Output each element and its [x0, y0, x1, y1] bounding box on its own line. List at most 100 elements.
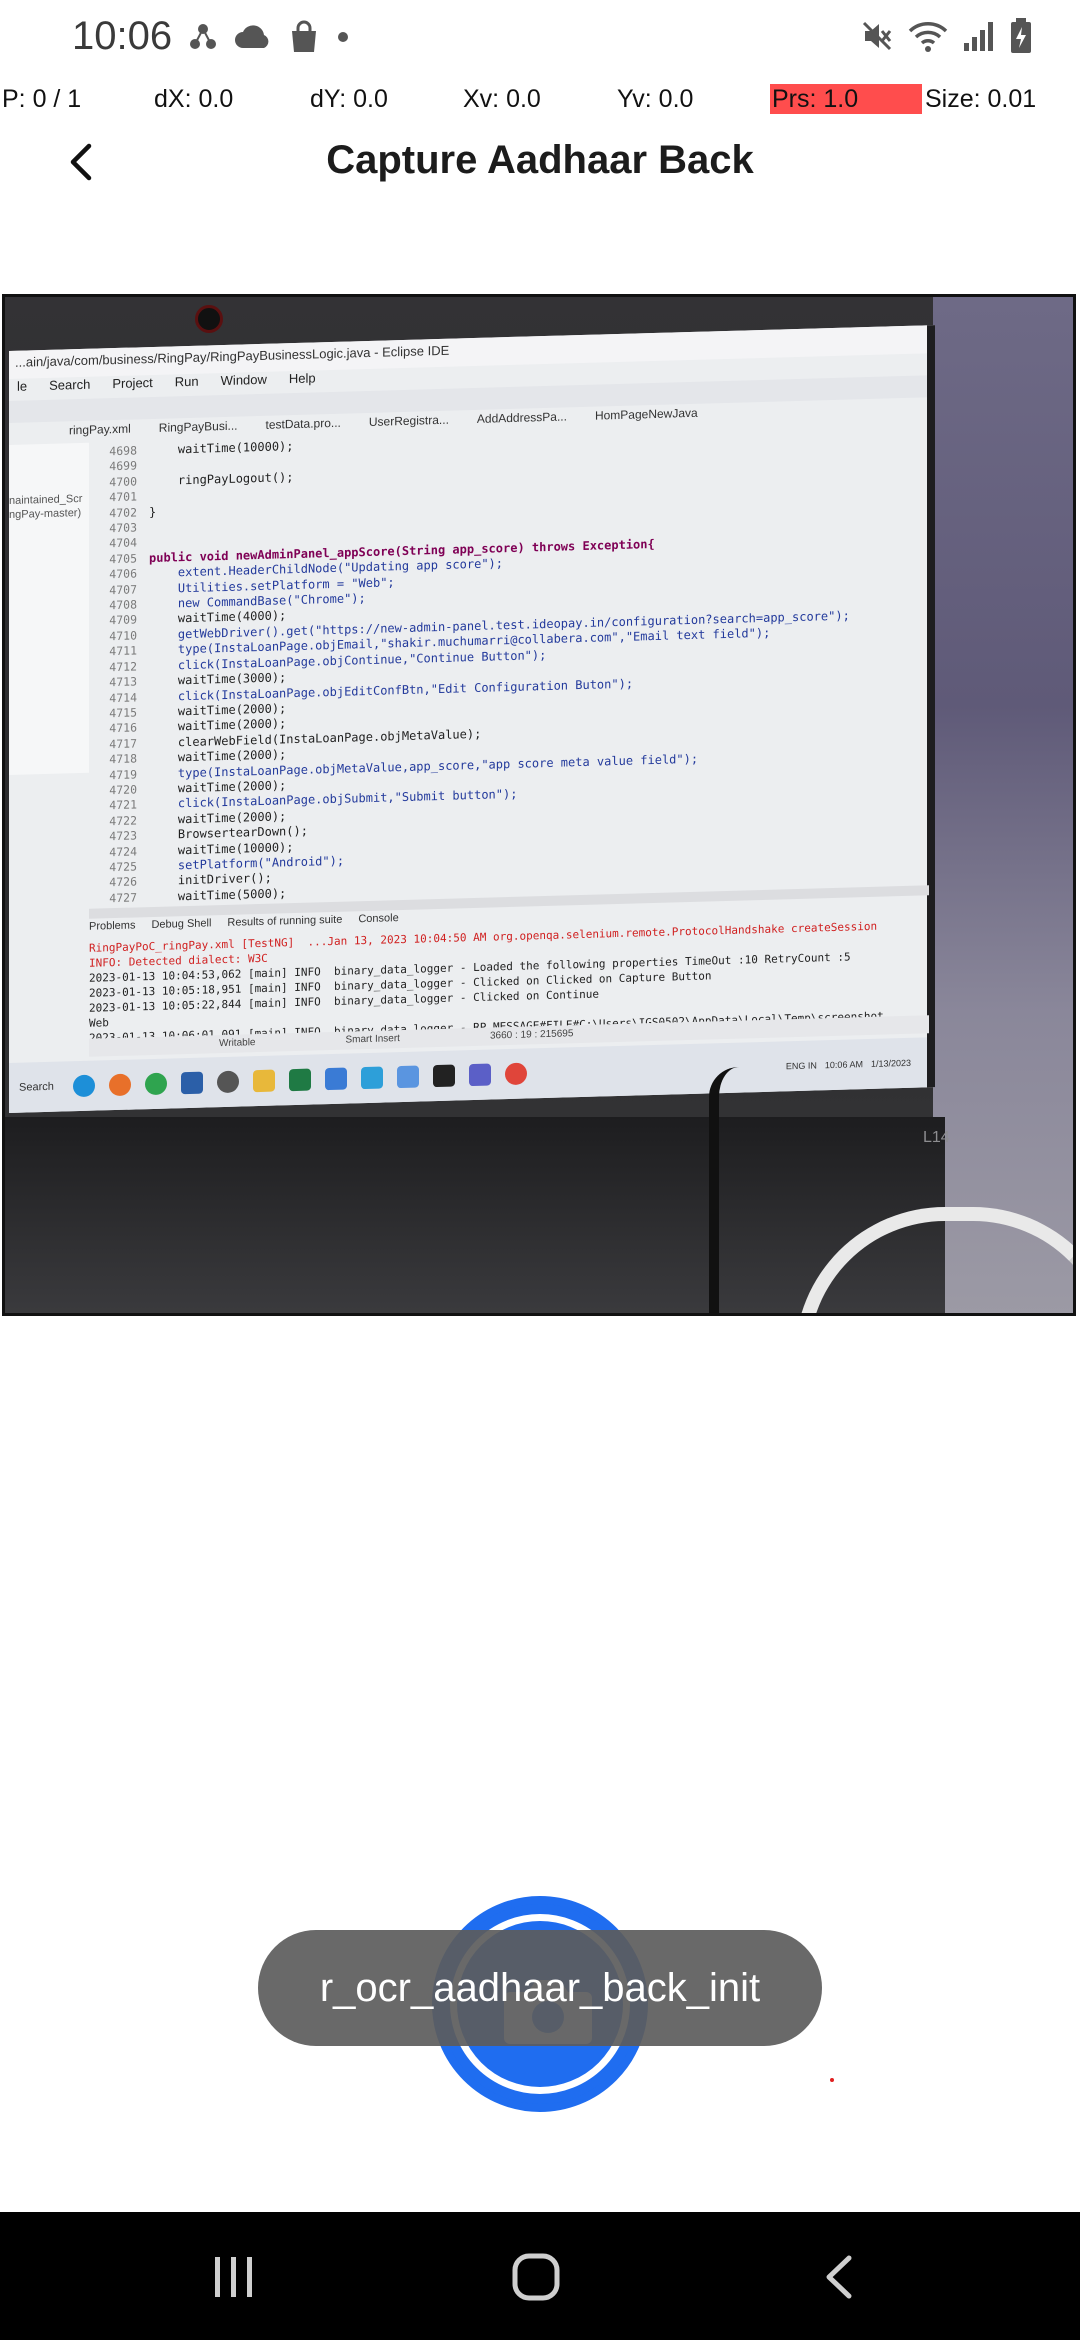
store-icon	[181, 1071, 203, 1095]
tray-item: 1/13/2023	[870, 1057, 911, 1069]
line-number: 4724	[109, 843, 137, 859]
line-number: 4700	[109, 474, 137, 490]
console-tab: Debug Shell	[151, 917, 212, 932]
cloud-icon	[234, 24, 272, 50]
tray-item: 10:06 AM	[824, 1059, 863, 1071]
package-explorer-item: naintained_Scr	[9, 492, 83, 507]
toast-message: r_ocr_aadhaar_back_init	[258, 1930, 822, 2046]
line-number: 4704	[109, 535, 137, 551]
app-icon	[217, 1070, 239, 1094]
line-number: 4715	[109, 705, 137, 721]
pointer-count: P: 0 / 1	[2, 85, 82, 113]
editor-tab: HomPageNewJava	[594, 405, 698, 423]
line-number: 4699	[109, 458, 137, 474]
line-number: 4726	[109, 874, 137, 890]
line-number: 4714	[109, 689, 137, 705]
eclipse-menu-item: Project	[112, 374, 153, 392]
pointer-yv: Yv: 0.0	[617, 85, 694, 113]
line-number: 4702	[109, 505, 137, 520]
line-number: 4718	[109, 751, 137, 767]
camera-preview: ...ain/java/com/business/RingPay/RingPay…	[2, 294, 1076, 1316]
line-number: 4705	[109, 551, 137, 567]
excel-icon	[289, 1068, 311, 1092]
laptop-screen: ...ain/java/com/business/RingPay/RingPay…	[9, 325, 935, 1113]
status-icons-left	[188, 20, 350, 54]
line-number: 4723	[109, 828, 137, 844]
line-number: 4716	[109, 720, 137, 736]
line-number: 4706	[109, 566, 137, 582]
status-line-item: Smart Insert	[345, 1033, 400, 1046]
line-number: 4713	[109, 674, 137, 690]
line-number: 4698	[109, 443, 137, 459]
taskbar-search: Search	[19, 1080, 54, 1094]
editor-tab: ringPay.xml	[69, 421, 131, 438]
battery-charging-icon	[1010, 18, 1032, 54]
line-number: 4720	[109, 782, 137, 798]
line-number: 4719	[109, 766, 137, 782]
status-icons-right	[860, 18, 1032, 54]
eclipse-menu-item: Window	[220, 371, 267, 389]
folder-icon	[253, 1069, 275, 1093]
line-number: 4709	[109, 612, 137, 628]
editor-tab: AddAddressPa...	[476, 409, 567, 426]
editor-tab: RingPayBusi...	[158, 418, 238, 435]
app-icon	[397, 1065, 419, 1089]
background-wall	[933, 297, 1073, 1313]
share-network-icon	[188, 22, 218, 52]
app-icon	[325, 1067, 347, 1091]
package-explorer: naintained_Scr ngPay-master)	[9, 442, 89, 775]
eclipse-menu-item: Search	[49, 376, 91, 393]
console-tab: Problems	[89, 919, 136, 933]
line-number: 4725	[109, 859, 137, 875]
pointer-dy: dY: 0.0	[310, 85, 388, 113]
line-number: 4708	[109, 597, 137, 613]
mute-icon	[860, 19, 894, 53]
pointer-dx: dX: 0.0	[154, 85, 234, 113]
recents-button[interactable]	[194, 2242, 274, 2312]
system-back-button[interactable]	[798, 2242, 878, 2312]
taskbar-tray: ENG IN 10:06 AM 1/13/2023	[778, 1058, 911, 1072]
eclipse-menu-item: Run	[174, 373, 199, 390]
home-button[interactable]	[496, 2242, 576, 2312]
line-number: 4712	[109, 659, 137, 674]
package-explorer-item: ngPay-master)	[9, 506, 82, 521]
line-number: 4703	[109, 520, 137, 536]
console-tab: Results of running suite	[227, 913, 343, 929]
chrome-icon	[505, 1062, 527, 1086]
back-arrow-icon	[826, 2255, 852, 2299]
chrome-icon	[145, 1072, 167, 1096]
console-tab: Console	[358, 912, 399, 926]
app-header: Capture Aadhaar Back	[0, 124, 1080, 198]
laptop-keyboard-deck	[5, 1117, 945, 1313]
line-number: 4717	[109, 736, 137, 751]
shopping-bag-icon	[288, 20, 320, 54]
navigation-bar	[0, 2212, 1080, 2340]
edge-icon	[73, 1074, 95, 1098]
status-time: 10:06	[72, 14, 173, 58]
line-number: 4711	[109, 643, 137, 659]
firefox-icon	[109, 1073, 131, 1097]
dot-icon	[336, 30, 350, 44]
status-bar: 10:06	[0, 0, 1080, 84]
signal-icon	[962, 19, 996, 53]
status-line-item: Writable	[219, 1037, 256, 1050]
wifi-icon	[908, 19, 948, 53]
page-title: Capture Aadhaar Back	[326, 138, 754, 182]
editor-tab: UserRegistra...	[368, 412, 449, 429]
teams-icon	[469, 1063, 491, 1087]
laptop-webcam	[195, 305, 223, 333]
home-icon	[512, 2253, 560, 2301]
line-number: 4710	[109, 628, 137, 644]
eclipse-menu-item: Help	[288, 370, 316, 387]
recents-icon	[215, 2257, 252, 2297]
pointer-pressure: Prs: 1.0	[772, 85, 859, 113]
line-number: 4707	[109, 582, 137, 597]
terminal-icon	[433, 1064, 455, 1088]
cable	[709, 1067, 751, 1313]
line-number-gutter: 4698 4699 4700 4701 4702 4703 4704 4705 4706 4707…	[91, 443, 137, 906]
line-number: 4721	[109, 797, 137, 813]
tray-item: ENG IN	[785, 1060, 817, 1072]
editor-tab: testData.pro...	[265, 415, 341, 432]
line-number: 4722	[109, 813, 137, 828]
eclipse-menu-item: le	[17, 378, 28, 394]
